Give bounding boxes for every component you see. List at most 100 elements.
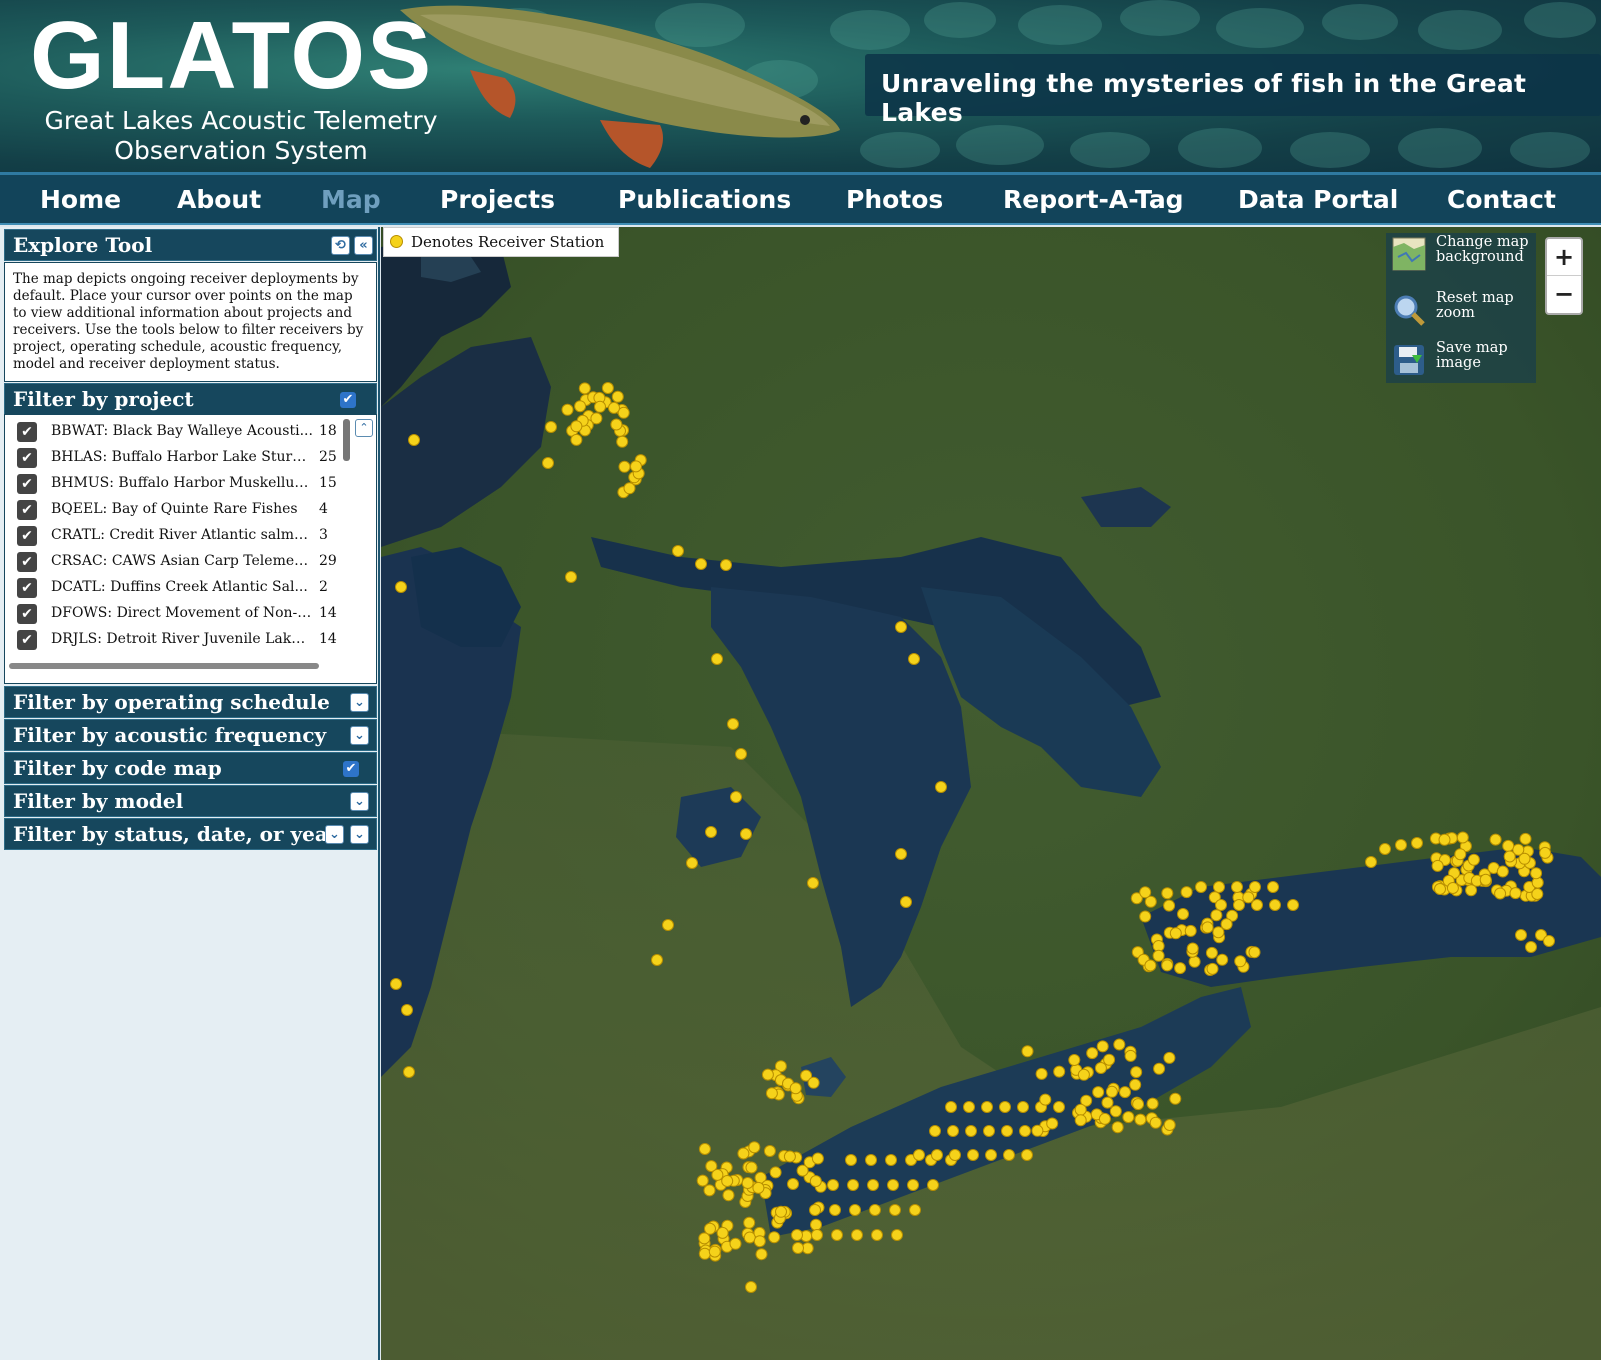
receiver-station-marker[interactable]: [686, 857, 698, 869]
receiver-station-marker[interactable]: [590, 412, 603, 425]
receiver-station-marker[interactable]: [1124, 1049, 1137, 1062]
chevron-down-icon[interactable]: ⌄: [325, 825, 344, 844]
chevron-down-icon[interactable]: ⌄: [350, 693, 369, 712]
receiver-station-marker[interactable]: [783, 1150, 796, 1163]
receiver-station-marker[interactable]: [1103, 1053, 1116, 1066]
nav-about[interactable]: About: [177, 185, 261, 214]
receiver-station-marker[interactable]: [761, 1068, 774, 1081]
receiver-station-marker[interactable]: [1001, 1125, 1013, 1137]
receiver-station-marker[interactable]: [1019, 1125, 1031, 1137]
receiver-station-marker[interactable]: [1180, 886, 1193, 899]
receiver-station-marker[interactable]: [1021, 1045, 1034, 1058]
receiver-station-marker[interactable]: [741, 1177, 754, 1189]
list-item[interactable]: ✔ BHMUS: Buffalo Harbor Muskellunge 15: [5, 471, 350, 497]
receiver-station-marker[interactable]: [740, 828, 752, 840]
receiver-station-marker[interactable]: [1105, 1085, 1118, 1098]
receiver-station-marker[interactable]: [908, 653, 920, 665]
receiver-station-marker[interactable]: [722, 1189, 735, 1202]
receiver-station-marker[interactable]: [611, 390, 624, 403]
nav-projects[interactable]: Projects: [440, 185, 555, 214]
receiver-station-marker[interactable]: [829, 1204, 841, 1216]
receiver-station-marker[interactable]: [1098, 1112, 1111, 1125]
receiver-station-marker[interactable]: [748, 1141, 761, 1154]
nav-contact[interactable]: Contact: [1447, 185, 1556, 214]
list-item[interactable]: ✔ CRATL: Credit River Atlantic salmo... …: [5, 523, 350, 549]
receiver-station-marker[interactable]: [1242, 891, 1255, 904]
receiver-station-marker[interactable]: [1489, 833, 1502, 846]
receiver-station-marker[interactable]: [1411, 837, 1423, 849]
receiver-station-marker[interactable]: [1177, 908, 1189, 920]
save-image-button[interactable]: Save map image: [1386, 339, 1536, 385]
receiver-station-marker[interactable]: [929, 1125, 941, 1137]
receiver-station-marker[interactable]: [1438, 833, 1451, 846]
receiver-station-marker[interactable]: [1096, 1040, 1109, 1053]
receiver-station-marker[interactable]: [390, 978, 402, 990]
glatos-logo[interactable]: GLATOS Great Lakes Acoustic Telemetry Ob…: [30, 8, 450, 168]
receiver-station-marker[interactable]: [945, 1101, 957, 1113]
receiver-station-marker[interactable]: [1132, 1098, 1145, 1111]
filter-frequency-header[interactable]: Filter by acoustic frequency ⌄: [4, 719, 377, 751]
receiver-station-marker[interactable]: [1519, 832, 1532, 845]
receiver-station-marker[interactable]: [1139, 886, 1152, 899]
receiver-station-marker[interactable]: [887, 1179, 899, 1191]
reset-zoom-button[interactable]: Reset map zoom: [1386, 289, 1536, 335]
receiver-station-marker[interactable]: [737, 1147, 750, 1160]
receiver-station-marker[interactable]: [752, 1181, 765, 1194]
receiver-station-marker[interactable]: [662, 919, 674, 931]
receiver-station-marker[interactable]: [1515, 929, 1527, 941]
receiver-station-marker[interactable]: [743, 1216, 756, 1229]
receiver-station-marker[interactable]: [403, 1066, 415, 1078]
receiver-station-marker[interactable]: [1130, 1066, 1143, 1079]
receiver-station-marker[interactable]: [791, 1229, 803, 1241]
receiver-station-marker[interactable]: [1139, 910, 1152, 923]
receiver-station-marker[interactable]: [1144, 959, 1157, 972]
receiver-station-marker[interactable]: [696, 1174, 709, 1187]
receiver-station-marker[interactable]: [1509, 887, 1522, 900]
receiver-station-marker[interactable]: [765, 1087, 778, 1100]
receiver-station-marker[interactable]: [1163, 1119, 1176, 1131]
receiver-station-marker[interactable]: [811, 1152, 824, 1165]
filter-schedule-header[interactable]: Filter by operating schedule ⌄: [4, 686, 377, 718]
receiver-station-marker[interactable]: [827, 1179, 839, 1191]
receiver-station-marker[interactable]: [708, 1245, 721, 1258]
receiver-station-marker[interactable]: [1365, 856, 1377, 868]
receiver-station-marker[interactable]: [1068, 1054, 1081, 1066]
receiver-station-marker[interactable]: [869, 1204, 881, 1216]
list-item[interactable]: ✔ BQEEL: Bay of Quinte Rare Fishes 4: [5, 497, 350, 523]
receiver-station-marker[interactable]: [1101, 1096, 1114, 1109]
receiver-station-marker[interactable]: [1251, 899, 1263, 911]
receiver-station-marker[interactable]: [1161, 959, 1174, 972]
receiver-station-marker[interactable]: [845, 1154, 857, 1166]
receiver-station-marker[interactable]: [570, 420, 583, 433]
checkbox-icon[interactable]: ✔: [17, 500, 37, 520]
nav-home[interactable]: Home: [40, 185, 121, 214]
nav-data-portal[interactable]: Data Portal: [1238, 185, 1398, 214]
receiver-station-marker[interactable]: [1531, 888, 1544, 900]
receiver-station-marker[interactable]: [1119, 1086, 1131, 1099]
receiver-station-marker[interactable]: [1379, 843, 1391, 855]
checkbox-icon[interactable]: ✔: [17, 552, 37, 572]
receiver-station-marker[interactable]: [849, 1204, 861, 1216]
receiver-station-marker[interactable]: [787, 1178, 799, 1190]
receiver-station-marker[interactable]: [1213, 881, 1225, 893]
receiver-station-marker[interactable]: [721, 1175, 734, 1187]
receiver-station-marker[interactable]: [865, 1154, 877, 1166]
receiver-station-marker[interactable]: [981, 1101, 993, 1113]
receiver-station-marker[interactable]: [1035, 1067, 1048, 1080]
receiver-station-marker[interactable]: [1465, 884, 1478, 897]
receiver-station-marker[interactable]: [570, 433, 583, 446]
chevron-down-icon[interactable]: ⌄: [350, 726, 369, 745]
receiver-station-marker[interactable]: [889, 1204, 901, 1216]
receiver-station-marker[interactable]: [561, 403, 574, 416]
checkbox-icon[interactable]: ✔: [17, 422, 37, 442]
receiver-station-marker[interactable]: [1467, 853, 1480, 866]
receiver-station-marker[interactable]: [907, 1179, 919, 1191]
receiver-station-marker[interactable]: [755, 1248, 768, 1261]
receiver-station-marker[interactable]: [608, 401, 620, 414]
filter-project-header[interactable]: Filter by project ✔: [4, 383, 377, 415]
receiver-station-marker[interactable]: [913, 1149, 925, 1161]
receiver-station-marker[interactable]: [1174, 962, 1187, 975]
receiver-station-marker[interactable]: [1109, 1105, 1122, 1118]
receiver-station-marker[interactable]: [1215, 899, 1227, 911]
receiver-station-marker[interactable]: [1017, 1101, 1029, 1113]
